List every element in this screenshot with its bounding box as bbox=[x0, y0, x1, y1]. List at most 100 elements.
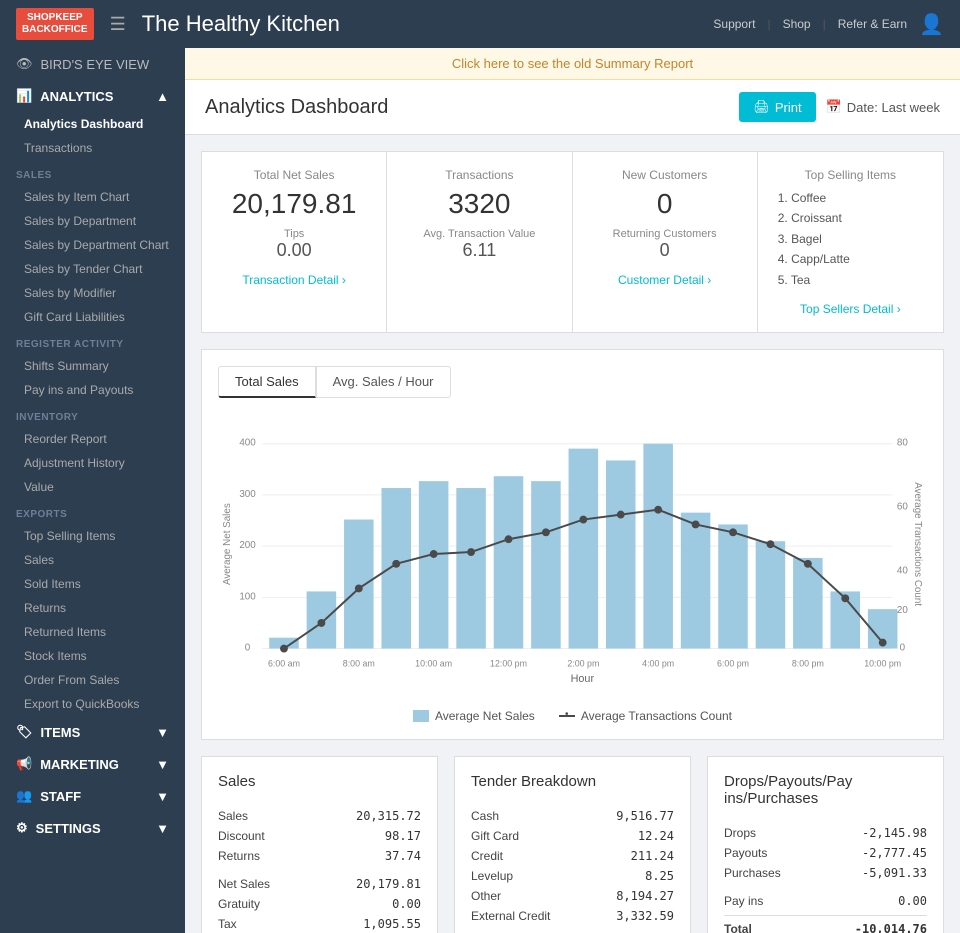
sidebar-sub-shifts[interactable]: Shifts Summary bbox=[0, 354, 185, 378]
legend-line-item: Average Transactions Count bbox=[559, 709, 732, 723]
legend-bar-icon bbox=[413, 710, 429, 722]
stat-total-sales: Total Net Sales 20,179.81 Tips 0.00 Tran… bbox=[202, 152, 387, 332]
sales-row-0: Sales 20,315.72 bbox=[218, 806, 421, 826]
banner-link[interactable]: Click here to see the old Summary Report bbox=[452, 56, 693, 71]
sidebar: 👁 BIRD'S EYE VIEW 📊 ANALYTICS ▲ Analytic… bbox=[0, 48, 185, 933]
sales-row-1: Discount 98.17 bbox=[218, 826, 421, 846]
dot-5 bbox=[430, 550, 438, 558]
bar-8 bbox=[531, 481, 561, 648]
chart-legend: Average Net Sales Average Transactions C… bbox=[218, 709, 927, 723]
sidebar-sub-sales-modifier[interactable]: Sales by Modifier bbox=[0, 281, 185, 305]
sidebar-sub-order[interactable]: Order From Sales bbox=[0, 668, 185, 692]
legend-line-icon bbox=[559, 715, 575, 717]
svg-text:10:00 pm: 10:00 pm bbox=[864, 658, 901, 668]
support-link[interactable]: Support bbox=[713, 17, 755, 31]
svg-text:40: 40 bbox=[897, 566, 908, 577]
chevron-down-icon2: ▼ bbox=[156, 757, 169, 772]
sidebar-sub-sold-items[interactable]: Sold Items bbox=[0, 572, 185, 596]
seller-1: 1. Coffee bbox=[778, 188, 923, 208]
transaction-detail-link[interactable]: Transaction Detail › bbox=[222, 273, 366, 287]
sidebar-sub-sales-dept-chart[interactable]: Sales by Department Chart bbox=[0, 233, 185, 257]
sidebar-item-staff[interactable]: 👥 STAFF ▼ bbox=[0, 780, 185, 812]
sidebar-sub-sales-export[interactable]: Sales bbox=[0, 548, 185, 572]
sidebar-sub-gift-card[interactable]: Gift Card Liabilities bbox=[0, 305, 185, 329]
shop-link[interactable]: Shop bbox=[783, 17, 811, 31]
chevron-down-icon: ▼ bbox=[156, 725, 169, 740]
sidebar-sub-value[interactable]: Value bbox=[0, 475, 185, 499]
drops-row-2: Purchases -5,091.33 bbox=[724, 863, 927, 883]
sidebar-sub-sales-item-chart[interactable]: Sales by Item Chart bbox=[0, 185, 185, 209]
banner: Click here to see the old Summary Report bbox=[185, 48, 960, 80]
sidebar-label-exports: EXPORTS bbox=[0, 499, 185, 524]
avg-trans-label: Avg. Transaction Value bbox=[407, 228, 551, 240]
total-sales-label: Total Net Sales bbox=[222, 168, 366, 182]
svg-text:6:00 pm: 6:00 pm bbox=[717, 658, 749, 668]
drops-row-1: Payouts -2,777.45 bbox=[724, 843, 927, 863]
svg-text:100: 100 bbox=[239, 591, 256, 602]
sidebar-sub-returns[interactable]: Returns bbox=[0, 596, 185, 620]
svg-text:400: 400 bbox=[239, 438, 256, 449]
returning-label: Returning Customers bbox=[593, 228, 737, 240]
legend-line-label: Average Transactions Count bbox=[581, 709, 732, 723]
svg-text:6:00 am: 6:00 am bbox=[268, 658, 300, 668]
marketing-icon: 📢 bbox=[16, 756, 32, 772]
dot-15 bbox=[804, 560, 812, 568]
drops-row-0: Drops -2,145.98 bbox=[724, 823, 927, 843]
chart-tabs: Total Sales Avg. Sales / Hour bbox=[218, 366, 927, 398]
bar-14 bbox=[756, 541, 786, 648]
dot-4 bbox=[392, 560, 400, 568]
user-icon[interactable]: 👤 bbox=[919, 12, 944, 37]
svg-text:200: 200 bbox=[239, 540, 256, 551]
dot-13 bbox=[729, 528, 737, 536]
sidebar-sub-top-selling[interactable]: Top Selling Items bbox=[0, 524, 185, 548]
bar-11 bbox=[643, 444, 673, 649]
bar-3 bbox=[344, 519, 374, 648]
customer-detail-link[interactable]: Customer Detail › bbox=[593, 273, 737, 287]
sidebar-item-bird-eye[interactable]: 👁 BIRD'S EYE VIEW bbox=[0, 48, 185, 80]
sidebar-sub-stock[interactable]: Stock Items bbox=[0, 644, 185, 668]
bird-eye-icon: 👁 bbox=[16, 56, 33, 72]
sales-row-4: Gratuity 0.00 bbox=[218, 894, 421, 914]
tips-value: 0.00 bbox=[222, 240, 366, 261]
chevron-down-icon3: ▼ bbox=[156, 789, 169, 804]
sidebar-sub-transactions[interactable]: Transactions bbox=[0, 136, 185, 160]
hamburger-icon[interactable]: ☰ bbox=[110, 14, 126, 35]
svg-text:300: 300 bbox=[239, 489, 256, 500]
sidebar-sub-sales-tender-chart[interactable]: Sales by Tender Chart bbox=[0, 257, 185, 281]
chart-section: Total Sales Avg. Sales / Hour 400 300 20… bbox=[201, 349, 944, 740]
print-button[interactable]: 🖨 Print bbox=[739, 92, 815, 122]
sidebar-item-analytics[interactable]: 📊 ANALYTICS ▲ bbox=[0, 80, 185, 112]
chart-container: 400 300 200 100 0 80 60 40 20 0 Average … bbox=[218, 414, 927, 697]
sales-title: Sales bbox=[218, 773, 421, 790]
sidebar-sub-payins[interactable]: Pay ins and Payouts bbox=[0, 378, 185, 402]
seller-5: 5. Tea bbox=[778, 270, 923, 290]
svg-text:20: 20 bbox=[897, 605, 908, 616]
sidebar-sub-analytics-dashboard[interactable]: Analytics Dashboard bbox=[0, 112, 185, 136]
bar-7 bbox=[494, 476, 524, 648]
analytics-icon: 📊 bbox=[16, 88, 32, 104]
top-sellers-detail-link[interactable]: Top Sellers Detail › bbox=[778, 302, 923, 316]
chevron-down-icon4: ▼ bbox=[156, 821, 169, 836]
top-selling-label: Top Selling Items bbox=[778, 168, 923, 182]
sidebar-item-marketing[interactable]: 📢 MARKETING ▼ bbox=[0, 748, 185, 780]
stat-top-sellers: Top Selling Items 1. Coffee 2. Croissant… bbox=[758, 152, 943, 332]
sidebar-sub-returned[interactable]: Returned Items bbox=[0, 620, 185, 644]
bottom-grid: Sales Sales 20,315.72 Discount 98.17 Ret… bbox=[201, 756, 944, 933]
bar-6 bbox=[456, 488, 486, 649]
sidebar-item-items[interactable]: 🏷 ITEMS ▼ bbox=[0, 716, 185, 748]
refer-earn-link[interactable]: Refer & Earn bbox=[838, 17, 907, 31]
tab-total-sales[interactable]: Total Sales bbox=[218, 366, 316, 398]
sidebar-sub-reorder[interactable]: Reorder Report bbox=[0, 427, 185, 451]
tender-row-2: Credit 211.24 bbox=[471, 846, 674, 866]
sidebar-sub-quickbooks[interactable]: Export to QuickBooks bbox=[0, 692, 185, 716]
sales-card: Sales Sales 20,315.72 Discount 98.17 Ret… bbox=[201, 756, 438, 933]
sidebar-sub-sales-department[interactable]: Sales by Department bbox=[0, 209, 185, 233]
dot-16 bbox=[841, 594, 849, 602]
bar-9 bbox=[569, 449, 599, 649]
bar-13 bbox=[718, 524, 748, 648]
tender-row-3: Levelup 8.25 bbox=[471, 866, 674, 886]
tab-avg-sales[interactable]: Avg. Sales / Hour bbox=[316, 366, 451, 398]
sidebar-item-settings[interactable]: ⚙ SETTINGS ▼ bbox=[0, 812, 185, 844]
sidebar-sub-adjustment[interactable]: Adjustment History bbox=[0, 451, 185, 475]
svg-text:8:00 am: 8:00 am bbox=[343, 658, 375, 668]
